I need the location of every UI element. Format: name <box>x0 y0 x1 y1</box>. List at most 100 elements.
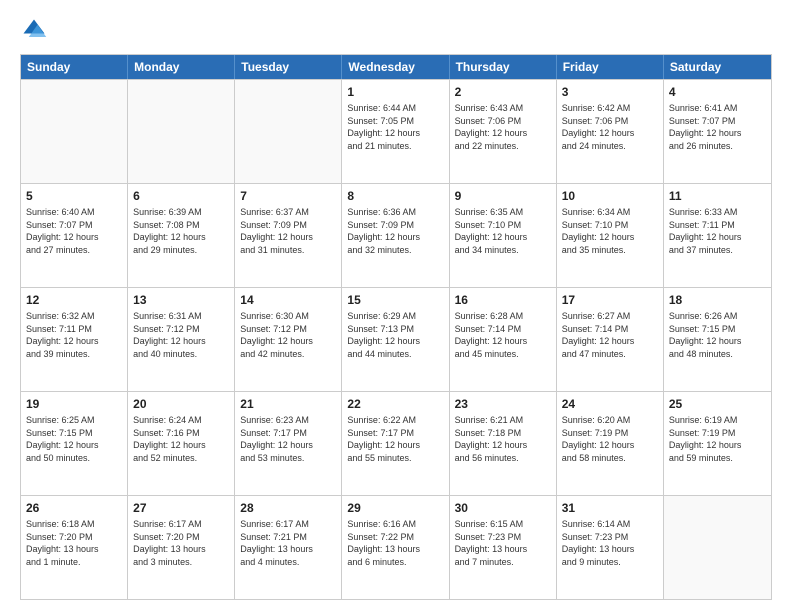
day-cell-30: 30Sunrise: 6:15 AM Sunset: 7:23 PM Dayli… <box>450 496 557 599</box>
day-number: 3 <box>562 84 658 100</box>
day-info: Sunrise: 6:20 AM Sunset: 7:19 PM Dayligh… <box>562 414 658 464</box>
day-header-monday: Monday <box>128 55 235 79</box>
day-number: 13 <box>133 292 229 308</box>
day-number: 16 <box>455 292 551 308</box>
day-number: 1 <box>347 84 443 100</box>
day-cell-1: 1 Sunrise: 6:44 AM Sunset: 7:05 PM Daylig… <box>342 80 449 183</box>
day-number: 4 <box>669 84 766 100</box>
day-info: Sunrise: 6:28 AM Sunset: 7:14 PM Dayligh… <box>455 310 551 360</box>
day-cell-19: 19 Sunrise: 6:25 AM Sunset: 7:15 PM Dayli… <box>21 392 128 495</box>
day-info: Sunrise: 6:19 AM Sunset: 7:19 PM Dayligh… <box>669 414 766 464</box>
empty-cell <box>235 80 342 183</box>
day-info: Sunrise: 6:29 AM Sunset: 7:13 PM Dayligh… <box>347 310 443 360</box>
week-row-2: 12Sunrise: 6:32 AM Sunset: 7:11 PM Dayli… <box>21 287 771 391</box>
day-number: 10 <box>562 188 658 204</box>
day-cell-23: 23 Sunrise: 6:21 AM Sunset: 7:18 PM Dayli… <box>450 392 557 495</box>
day-info: Sunrise: 6:37 AM Sunset: 7:09 PM Dayligh… <box>240 206 336 256</box>
page: SundayMondayTuesdayWednesdayThursdayFrid… <box>0 0 792 612</box>
day-header-tuesday: Tuesday <box>235 55 342 79</box>
day-cell-12: 12Sunrise: 6:32 AM Sunset: 7:11 PM Dayli… <box>21 288 128 391</box>
day-number: 5 <box>26 188 122 204</box>
day-header-friday: Friday <box>557 55 664 79</box>
empty-cell <box>128 80 235 183</box>
day-number: 7 <box>240 188 336 204</box>
day-number: 11 <box>669 188 766 204</box>
day-cell-26: 26 Sunrise: 6:18 AM Sunset: 7:20 PM Dayli… <box>21 496 128 599</box>
day-cell-8: 8Sunrise: 6:36 AM Sunset: 7:09 PM Daylig… <box>342 184 449 287</box>
day-number: 25 <box>669 396 766 412</box>
day-number: 22 <box>347 396 443 412</box>
calendar: SundayMondayTuesdayWednesdayThursdayFrid… <box>20 54 772 600</box>
day-number: 6 <box>133 188 229 204</box>
day-number: 31 <box>562 500 658 516</box>
day-info: Sunrise: 6:43 AM Sunset: 7:06 PM Dayligh… <box>455 102 551 152</box>
day-cell-10: 10Sunrise: 6:34 AM Sunset: 7:10 PM Dayli… <box>557 184 664 287</box>
day-number: 29 <box>347 500 443 516</box>
day-info: Sunrise: 6:25 AM Sunset: 7:15 PM Dayligh… <box>26 414 122 464</box>
day-cell-13: 13Sunrise: 6:31 AM Sunset: 7:12 PM Dayli… <box>128 288 235 391</box>
day-cell-15: 15 Sunrise: 6:29 AM Sunset: 7:13 PM Dayli… <box>342 288 449 391</box>
day-info: Sunrise: 6:44 AM Sunset: 7:05 PM Dayligh… <box>347 102 443 152</box>
day-cell-27: 27Sunrise: 6:17 AM Sunset: 7:20 PM Dayli… <box>128 496 235 599</box>
day-info: Sunrise: 6:17 AM Sunset: 7:20 PM Dayligh… <box>133 518 229 568</box>
day-number: 9 <box>455 188 551 204</box>
day-cell-6: 6 Sunrise: 6:39 AM Sunset: 7:08 PM Daylig… <box>128 184 235 287</box>
day-cell-31: 31 Sunrise: 6:14 AM Sunset: 7:23 PM Dayli… <box>557 496 664 599</box>
day-number: 20 <box>133 396 229 412</box>
day-cell-21: 21Sunrise: 6:23 AM Sunset: 7:17 PM Dayli… <box>235 392 342 495</box>
day-cell-22: 22 Sunrise: 6:22 AM Sunset: 7:17 PM Dayli… <box>342 392 449 495</box>
day-cell-17: 17 Sunrise: 6:27 AM Sunset: 7:14 PM Dayli… <box>557 288 664 391</box>
day-number: 28 <box>240 500 336 516</box>
week-row-1: 5 Sunrise: 6:40 AM Sunset: 7:07 PM Daylig… <box>21 183 771 287</box>
day-info: Sunrise: 6:22 AM Sunset: 7:17 PM Dayligh… <box>347 414 443 464</box>
day-cell-18: 18 Sunrise: 6:26 AM Sunset: 7:15 PM Dayli… <box>664 288 771 391</box>
header <box>20 16 772 44</box>
day-info: Sunrise: 6:17 AM Sunset: 7:21 PM Dayligh… <box>240 518 336 568</box>
day-number: 24 <box>562 396 658 412</box>
day-cell-20: 20 Sunrise: 6:24 AM Sunset: 7:16 PM Dayli… <box>128 392 235 495</box>
day-number: 14 <box>240 292 336 308</box>
day-info: Sunrise: 6:14 AM Sunset: 7:23 PM Dayligh… <box>562 518 658 568</box>
calendar-body: 1 Sunrise: 6:44 AM Sunset: 7:05 PM Daylig… <box>21 79 771 599</box>
day-cell-25: 25 Sunrise: 6:19 AM Sunset: 7:19 PM Dayli… <box>664 392 771 495</box>
day-header-thursday: Thursday <box>450 55 557 79</box>
day-info: Sunrise: 6:40 AM Sunset: 7:07 PM Dayligh… <box>26 206 122 256</box>
day-cell-9: 9 Sunrise: 6:35 AM Sunset: 7:10 PM Daylig… <box>450 184 557 287</box>
calendar-header: SundayMondayTuesdayWednesdayThursdayFrid… <box>21 55 771 79</box>
day-cell-2: 2 Sunrise: 6:43 AM Sunset: 7:06 PM Daylig… <box>450 80 557 183</box>
day-cell-5: 5 Sunrise: 6:40 AM Sunset: 7:07 PM Daylig… <box>21 184 128 287</box>
day-header-sunday: Sunday <box>21 55 128 79</box>
day-info: Sunrise: 6:27 AM Sunset: 7:14 PM Dayligh… <box>562 310 658 360</box>
day-number: 2 <box>455 84 551 100</box>
day-info: Sunrise: 6:41 AM Sunset: 7:07 PM Dayligh… <box>669 102 766 152</box>
day-number: 26 <box>26 500 122 516</box>
day-info: Sunrise: 6:42 AM Sunset: 7:06 PM Dayligh… <box>562 102 658 152</box>
day-info: Sunrise: 6:21 AM Sunset: 7:18 PM Dayligh… <box>455 414 551 464</box>
day-info: Sunrise: 6:30 AM Sunset: 7:12 PM Dayligh… <box>240 310 336 360</box>
day-cell-7: 7 Sunrise: 6:37 AM Sunset: 7:09 PM Daylig… <box>235 184 342 287</box>
day-number: 30 <box>455 500 551 516</box>
day-cell-3: 3 Sunrise: 6:42 AM Sunset: 7:06 PM Daylig… <box>557 80 664 183</box>
day-number: 19 <box>26 396 122 412</box>
day-info: Sunrise: 6:32 AM Sunset: 7:11 PM Dayligh… <box>26 310 122 360</box>
day-cell-24: 24 Sunrise: 6:20 AM Sunset: 7:19 PM Dayli… <box>557 392 664 495</box>
day-info: Sunrise: 6:26 AM Sunset: 7:15 PM Dayligh… <box>669 310 766 360</box>
day-info: Sunrise: 6:39 AM Sunset: 7:08 PM Dayligh… <box>133 206 229 256</box>
day-number: 8 <box>347 188 443 204</box>
day-header-wednesday: Wednesday <box>342 55 449 79</box>
empty-cell <box>664 496 771 599</box>
day-info: Sunrise: 6:24 AM Sunset: 7:16 PM Dayligh… <box>133 414 229 464</box>
empty-cell <box>21 80 128 183</box>
logo <box>20 16 52 44</box>
day-number: 23 <box>455 396 551 412</box>
day-number: 17 <box>562 292 658 308</box>
week-row-3: 19 Sunrise: 6:25 AM Sunset: 7:15 PM Dayli… <box>21 391 771 495</box>
day-cell-29: 29Sunrise: 6:16 AM Sunset: 7:22 PM Dayli… <box>342 496 449 599</box>
day-cell-11: 11Sunrise: 6:33 AM Sunset: 7:11 PM Dayli… <box>664 184 771 287</box>
day-header-saturday: Saturday <box>664 55 771 79</box>
day-info: Sunrise: 6:18 AM Sunset: 7:20 PM Dayligh… <box>26 518 122 568</box>
day-info: Sunrise: 6:35 AM Sunset: 7:10 PM Dayligh… <box>455 206 551 256</box>
day-number: 18 <box>669 292 766 308</box>
day-number: 15 <box>347 292 443 308</box>
day-info: Sunrise: 6:23 AM Sunset: 7:17 PM Dayligh… <box>240 414 336 464</box>
